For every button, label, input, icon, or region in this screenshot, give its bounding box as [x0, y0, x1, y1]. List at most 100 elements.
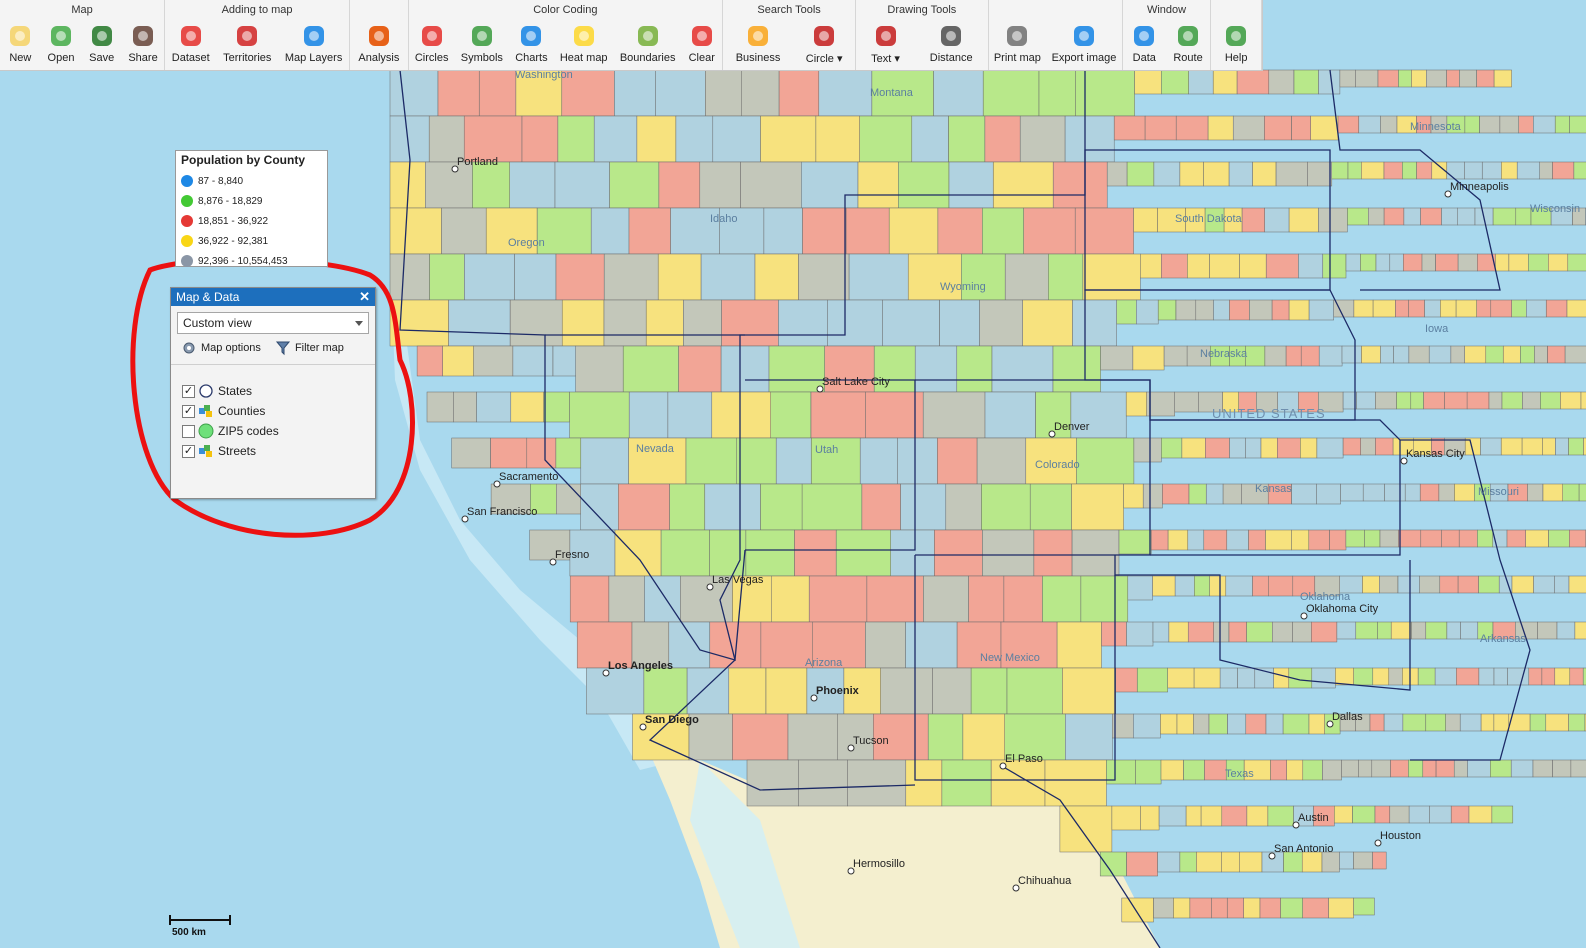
county-polygon[interactable] [464, 253, 515, 301]
county-polygon[interactable] [683, 299, 722, 347]
county-polygon[interactable] [1059, 805, 1113, 853]
county-polygon[interactable] [1495, 253, 1510, 272]
county-polygon[interactable] [603, 253, 659, 301]
county-polygon[interactable] [1372, 299, 1396, 318]
county-polygon[interactable] [1490, 759, 1512, 778]
county-polygon[interactable] [1403, 253, 1423, 272]
county-polygon[interactable] [645, 299, 684, 347]
county-polygon[interactable] [1194, 575, 1210, 597]
county-polygon[interactable] [981, 483, 1031, 531]
county-polygon[interactable] [1052, 161, 1108, 209]
county-polygon[interactable] [1460, 621, 1479, 640]
county-polygon[interactable] [1390, 621, 1412, 640]
county-polygon[interactable] [1388, 667, 1403, 686]
county-polygon[interactable] [1426, 69, 1447, 88]
county-polygon[interactable] [720, 345, 770, 393]
county-polygon[interactable] [1527, 483, 1544, 502]
county-polygon[interactable] [1321, 851, 1340, 873]
county-polygon[interactable] [1076, 437, 1135, 485]
county-polygon[interactable] [1152, 621, 1170, 643]
county-polygon[interactable] [1272, 621, 1293, 643]
county-polygon[interactable] [1383, 207, 1405, 226]
county-polygon[interactable] [1133, 713, 1161, 739]
county-polygon[interactable] [1360, 437, 1376, 456]
zip5-checkbox[interactable] [182, 424, 195, 438]
county-polygon[interactable] [1410, 391, 1424, 410]
county-polygon[interactable] [1393, 345, 1410, 364]
county-polygon[interactable] [1264, 345, 1287, 367]
county-polygon[interactable] [991, 345, 1054, 393]
county-polygon[interactable] [1569, 667, 1584, 686]
county-polygon[interactable] [859, 115, 913, 163]
county-polygon[interactable] [1355, 621, 1378, 640]
county-polygon[interactable] [416, 345, 443, 377]
county-polygon[interactable] [1176, 713, 1194, 735]
county-polygon[interactable] [1506, 529, 1526, 548]
county-polygon[interactable] [976, 437, 1027, 485]
county-polygon[interactable] [890, 529, 935, 577]
county-polygon[interactable] [732, 713, 789, 761]
text-button[interactable]: Text ▾ [868, 20, 903, 70]
county-polygon[interactable] [1456, 667, 1480, 686]
county-polygon[interactable] [1450, 805, 1470, 824]
county-polygon[interactable] [1048, 253, 1084, 301]
county-polygon[interactable] [1249, 299, 1273, 321]
county-polygon[interactable] [441, 207, 487, 255]
county-polygon[interactable] [1268, 575, 1294, 597]
county-polygon[interactable] [1252, 575, 1269, 597]
county-polygon[interactable] [636, 115, 677, 163]
county-polygon[interactable] [1213, 621, 1230, 643]
county-polygon[interactable] [1420, 207, 1442, 226]
county-polygon[interactable] [760, 483, 803, 531]
county-polygon[interactable] [614, 529, 662, 577]
county-polygon[interactable] [1508, 253, 1529, 272]
county-polygon[interactable] [982, 207, 1024, 255]
county-polygon[interactable] [760, 115, 817, 163]
county-polygon[interactable] [1337, 115, 1359, 134]
county-polygon[interactable] [1428, 345, 1452, 364]
county-polygon[interactable] [1193, 713, 1210, 735]
county-polygon[interactable] [705, 69, 742, 117]
county-polygon[interactable] [1246, 621, 1273, 643]
circle-button[interactable]: Circle ▾ [803, 20, 846, 70]
county-polygon[interactable] [1044, 759, 1107, 807]
county-polygon[interactable] [1179, 851, 1197, 873]
county-polygon[interactable] [1228, 161, 1253, 187]
county-polygon[interactable] [1157, 299, 1177, 321]
county-polygon[interactable] [1322, 253, 1347, 279]
county-polygon[interactable] [1322, 759, 1342, 781]
county-polygon[interactable] [1174, 391, 1199, 413]
county-polygon[interactable] [1528, 253, 1549, 272]
county-polygon[interactable] [1245, 345, 1266, 367]
county-polygon[interactable] [1342, 437, 1361, 456]
county-polygon[interactable] [1071, 529, 1120, 577]
county-polygon[interactable] [801, 161, 859, 209]
county-polygon[interactable] [1408, 299, 1425, 318]
county-polygon[interactable] [686, 667, 730, 715]
county-polygon[interactable] [1446, 69, 1460, 88]
county-polygon[interactable] [1478, 667, 1495, 686]
county-polygon[interactable] [808, 575, 868, 623]
county-polygon[interactable] [1137, 667, 1168, 693]
county-polygon[interactable] [1277, 437, 1301, 459]
county-polygon[interactable] [1082, 253, 1141, 301]
county-polygon[interactable] [1402, 161, 1417, 180]
county-polygon[interactable] [1493, 667, 1508, 686]
county-polygon[interactable] [1372, 667, 1390, 686]
county-polygon[interactable] [1126, 161, 1155, 187]
county-polygon[interactable] [1552, 759, 1572, 778]
county-polygon[interactable] [1466, 391, 1490, 410]
county-polygon[interactable] [1125, 391, 1147, 417]
county-polygon[interactable] [1464, 161, 1483, 180]
county-polygon[interactable] [933, 69, 984, 117]
county-polygon[interactable] [1193, 667, 1221, 689]
county-polygon[interactable] [580, 483, 619, 531]
county-polygon[interactable] [1440, 299, 1457, 318]
circles-button[interactable]: Circles [412, 20, 452, 70]
county-polygon[interactable] [704, 483, 761, 531]
county-polygon[interactable] [1532, 759, 1553, 778]
county-polygon[interactable] [1526, 299, 1547, 318]
county-polygon[interactable] [1227, 897, 1244, 919]
county-polygon[interactable] [982, 529, 1035, 577]
charts-button[interactable]: Charts [512, 20, 550, 70]
